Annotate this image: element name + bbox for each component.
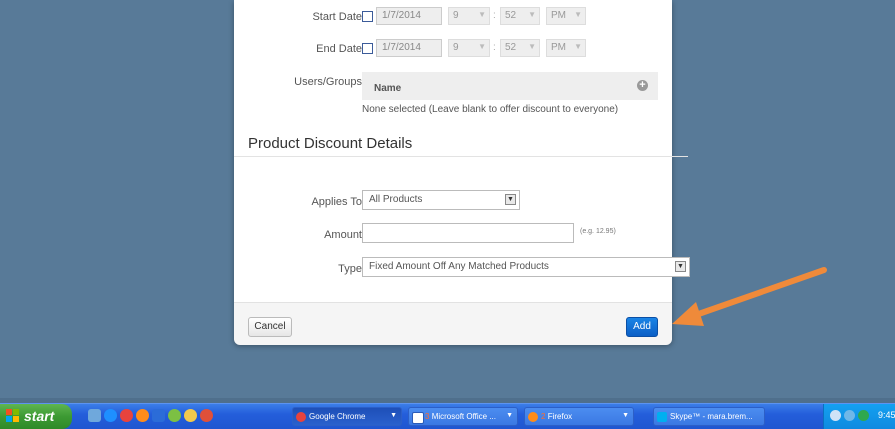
task-count: 3 — [425, 412, 430, 421]
start-label: start — [24, 408, 55, 424]
start-button[interactable]: start — [0, 404, 72, 429]
chevron-down-icon: ▼ — [478, 10, 486, 19]
quicklaunch-media-icon[interactable] — [168, 409, 181, 422]
modal-footer: Cancel Add — [234, 302, 672, 345]
task-firefox[interactable]: 2 Firefox ▼ — [524, 407, 634, 426]
users-groups-name-header: Name — [374, 83, 402, 94]
end-date-checkbox[interactable] — [362, 43, 373, 54]
users-groups-label: Users/Groups — [294, 76, 362, 88]
task-microsoft-office[interactable]: 3 Microsoft Office ... ▼ — [408, 407, 518, 426]
start-ampm-value: PM — [551, 10, 566, 21]
task-label: Google Chrome — [309, 412, 366, 421]
firefox-icon — [528, 412, 538, 422]
chevron-down-icon: ▼ — [574, 42, 582, 51]
time-separator: : — [493, 42, 496, 53]
applies-to-label: Applies To — [311, 196, 362, 208]
task-google-chrome[interactable]: Google Chrome ▼ — [292, 407, 402, 426]
end-hour-value: 9 — [453, 42, 459, 53]
quicklaunch-ie-icon[interactable] — [104, 409, 117, 422]
users-groups-table: Name + — [362, 72, 658, 100]
annotation-arrow-icon — [672, 267, 827, 326]
section-divider — [234, 156, 688, 157]
discount-modal: Start Date 1/7/2014 9 ▼ : 52 ▼ PM ▼ End … — [234, 0, 690, 345]
chevron-down-icon: ▼ — [390, 412, 397, 419]
quicklaunch-desktop-icon[interactable] — [88, 409, 101, 422]
start-minute-value: 52 — [505, 10, 517, 21]
quicklaunch-firefox-icon[interactable] — [136, 409, 149, 422]
type-select[interactable]: Fixed Amount Off Any Matched Products ▼ — [362, 257, 690, 277]
skype-icon — [657, 412, 667, 422]
system-tray: 9:45 P — [823, 404, 895, 429]
task-count: 2 — [541, 412, 546, 421]
end-date-label: End Date — [316, 43, 362, 55]
start-ampm-select[interactable]: PM ▼ — [546, 7, 586, 25]
windows-taskbar: start Google Chrome ▼ 3 Microsoft Office… — [0, 403, 895, 429]
amount-hint: (e.g. 12.95) — [580, 228, 616, 235]
amount-label: Amount — [324, 229, 362, 241]
chevron-down-icon: ▼ — [478, 42, 486, 51]
applies-to-value: All Products — [369, 194, 423, 205]
task-skype[interactable]: Skype™ - mara.brem... — [653, 407, 765, 426]
quicklaunch-outlook-icon[interactable] — [152, 409, 165, 422]
time-separator: : — [493, 10, 496, 21]
chevron-down-icon: ▼ — [622, 412, 629, 419]
quicklaunch-app-icon[interactable] — [184, 409, 197, 422]
chrome-icon — [296, 412, 306, 422]
amount-input[interactable] — [362, 223, 574, 243]
end-ampm-select[interactable]: PM ▼ — [546, 39, 586, 57]
end-date-row: End Date 1/7/2014 9 ▼ : 52 ▼ PM ▼ — [234, 39, 672, 59]
end-ampm-value: PM — [551, 42, 566, 53]
chevron-down-icon: ▼ — [574, 10, 582, 19]
cancel-button[interactable]: Cancel — [248, 317, 292, 337]
start-date-label: Start Date — [312, 11, 362, 23]
add-button[interactable]: Add — [626, 317, 658, 337]
start-date-input[interactable]: 1/7/2014 — [376, 7, 442, 25]
end-minute-select[interactable]: 52 ▼ — [500, 39, 540, 57]
start-hour-value: 9 — [453, 10, 459, 21]
quicklaunch-chrome-icon[interactable] — [120, 409, 133, 422]
quicklaunch-chrome2-icon[interactable] — [200, 409, 213, 422]
task-label: Microsoft Office ... — [431, 412, 496, 421]
chevron-down-icon: ▼ — [528, 10, 536, 19]
word-icon — [412, 412, 424, 424]
windows-logo-icon — [6, 409, 19, 422]
start-minute-select[interactable]: 52 ▼ — [500, 7, 540, 25]
task-label: Firefox — [547, 412, 573, 421]
add-user-group-icon[interactable]: + — [637, 80, 648, 91]
chevron-down-icon: ▼ — [505, 194, 516, 205]
chevron-down-icon: ▼ — [528, 42, 536, 51]
tray-security-icon[interactable] — [858, 410, 869, 421]
end-hour-select[interactable]: 9 ▼ — [448, 39, 490, 57]
end-minute-value: 52 — [505, 42, 517, 53]
applies-to-select[interactable]: All Products ▼ — [362, 190, 520, 210]
tray-network-icon[interactable] — [844, 410, 855, 421]
end-date-input[interactable]: 1/7/2014 — [376, 39, 442, 57]
type-label: Type — [338, 263, 362, 275]
section-title: Product Discount Details — [248, 135, 413, 152]
users-groups-none-selected: None selected (Leave blank to offer disc… — [362, 104, 619, 115]
clock: 9:45 P — [878, 410, 895, 420]
chevron-down-icon: ▼ — [506, 412, 513, 419]
start-date-checkbox[interactable] — [362, 11, 373, 22]
task-label: Skype™ - mara.brem... — [670, 412, 753, 421]
type-value: Fixed Amount Off Any Matched Products — [369, 261, 549, 272]
start-hour-select[interactable]: 9 ▼ — [448, 7, 490, 25]
start-date-row: Start Date 1/7/2014 9 ▼ : 52 ▼ PM ▼ — [234, 7, 672, 27]
tray-arrow-icon[interactable] — [830, 410, 841, 421]
